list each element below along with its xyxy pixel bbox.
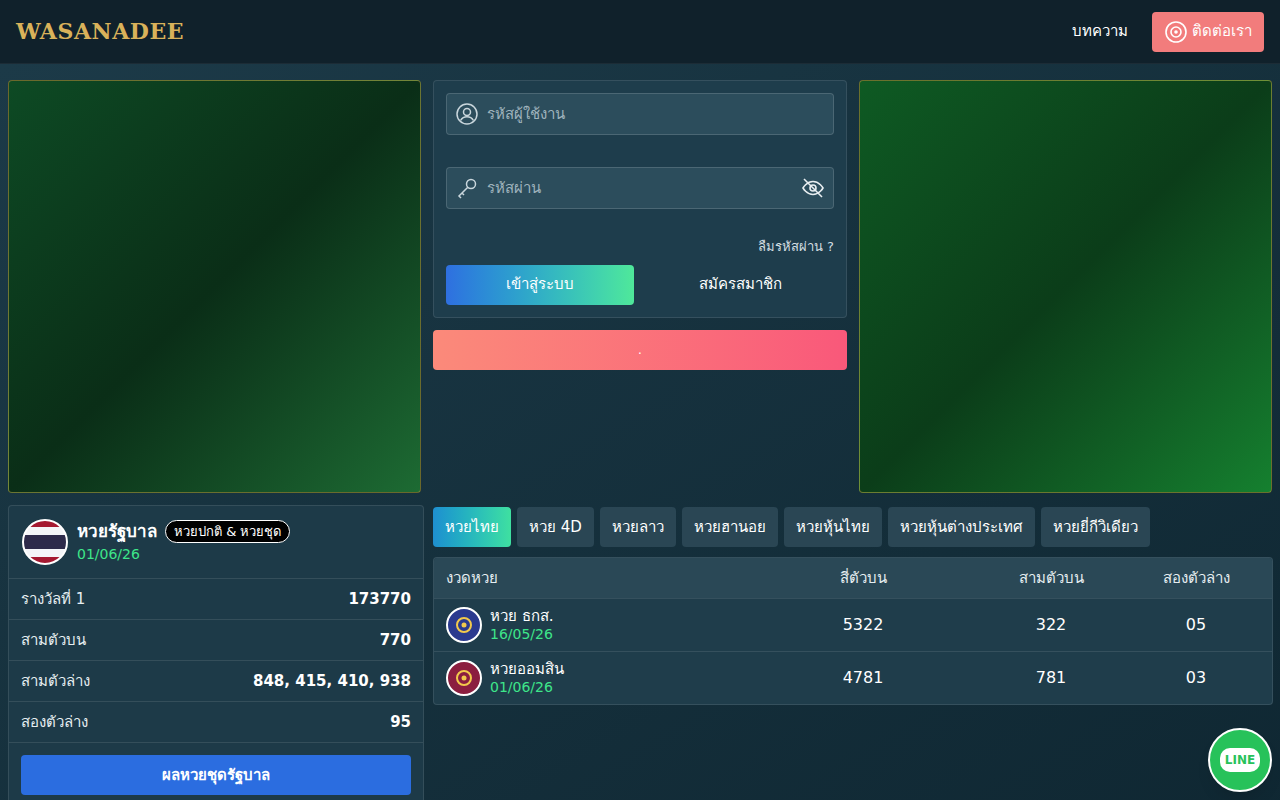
logo[interactable]: WASANADEE bbox=[16, 15, 184, 48]
column-header: งวดหวย bbox=[434, 567, 744, 590]
lottery-tab[interactable]: หวยหุ้นต่างประเทศ bbox=[888, 507, 1035, 547]
lottery-tab[interactable]: หวยยี่กีวิเดียว bbox=[1041, 507, 1150, 547]
flower-icon bbox=[1164, 20, 1188, 44]
user-icon bbox=[455, 102, 479, 126]
government-lottery-card: หวยรัฐบาล หวยปกติ & หวยชุด 01/06/26 รางว… bbox=[8, 505, 424, 800]
lottery-logo-icon bbox=[446, 607, 482, 643]
column-header: สามตัวบน bbox=[982, 567, 1120, 590]
lottery-tab[interactable]: หวยหุ้นไทย bbox=[784, 507, 882, 547]
login-panel: ลืมรหัสผ่าน ? เข้าสู่ระบบ สมัครสมาชิก bbox=[433, 80, 847, 318]
lottery-tab[interactable]: หวยลาว bbox=[600, 507, 676, 547]
eye-slash-icon[interactable] bbox=[801, 176, 825, 200]
table-row[interactable]: หวย ธกส.16/05/26532232205 bbox=[434, 598, 1272, 651]
notice-bar: . bbox=[433, 330, 847, 370]
result-row: สามตัวล่าง848, 415, 410, 938 bbox=[9, 661, 423, 702]
lottery-tab[interactable]: หวยไทย bbox=[433, 507, 511, 547]
results-button[interactable]: ผลหวยชุดรัฐบาล bbox=[21, 755, 411, 795]
username-field[interactable] bbox=[446, 93, 834, 135]
column-header: สองตัวล่าง bbox=[1120, 567, 1272, 590]
nav-link[interactable]: บทความ bbox=[1072, 20, 1128, 43]
forgot-password-link[interactable]: ลืมรหัสผ่าน ? bbox=[446, 237, 834, 257]
password-field[interactable] bbox=[446, 167, 834, 209]
promo-banner[interactable] bbox=[859, 80, 1272, 493]
result-row: สามตัวบน770 bbox=[9, 620, 423, 661]
thai-flag-icon bbox=[21, 518, 69, 566]
badge: หวยปกติ & หวยชุด bbox=[165, 520, 290, 544]
top-bar: WASANADEE บทความ ติดต่อเรา bbox=[0, 0, 1280, 64]
lottery-logo-icon bbox=[446, 660, 482, 696]
key-icon bbox=[455, 176, 479, 200]
lottery-tab[interactable]: หวย 4D bbox=[517, 507, 594, 547]
results-table: งวดหวยสี่ตัวบนสามตัวบนสองตัวล่าง หวย ธกส… bbox=[433, 557, 1273, 705]
register-button[interactable]: สมัครสมาชิก bbox=[646, 265, 834, 305]
lottery-tab[interactable]: หวยฮานอย bbox=[682, 507, 778, 547]
result-row: รางวัลที่ 1173770 bbox=[9, 579, 423, 620]
main-area: ลืมรหัสผ่าน ? เข้าสู่ระบบ สมัครสมาชิก . … bbox=[0, 64, 1280, 800]
password-input[interactable] bbox=[487, 177, 793, 200]
contact-button[interactable]: ติดต่อเรา bbox=[1152, 12, 1264, 52]
line-button[interactable]: LINE bbox=[1208, 728, 1272, 792]
table-row[interactable]: หวยออมสิน01/06/26478178103 bbox=[434, 651, 1272, 704]
username-input[interactable] bbox=[487, 103, 825, 126]
result-row: สองตัวล่าง95 bbox=[9, 702, 423, 743]
login-button[interactable]: เข้าสู่ระบบ bbox=[446, 265, 634, 305]
column-header: สี่ตัวบน bbox=[744, 567, 982, 590]
promo-banner[interactable] bbox=[8, 80, 421, 493]
